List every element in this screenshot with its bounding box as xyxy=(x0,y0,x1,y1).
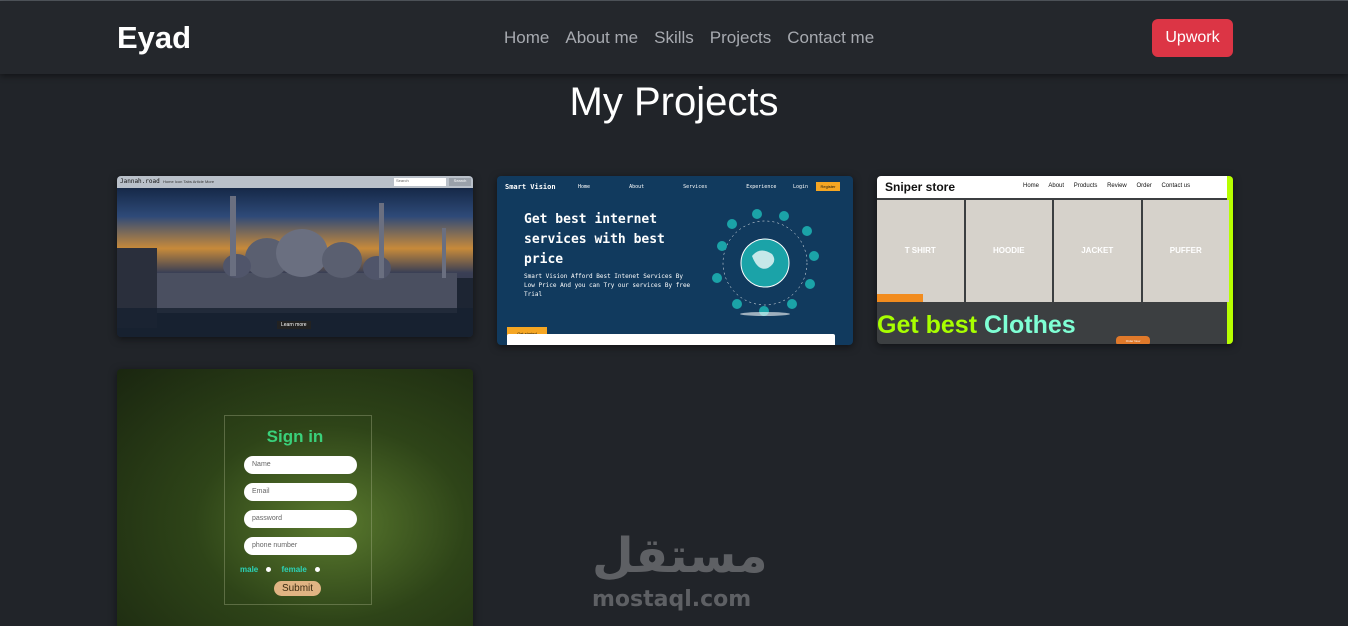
learn-more-button: Learn more xyxy=(277,321,311,329)
jacket-image: JACKET xyxy=(1054,200,1141,302)
preview-nav-contact: Contact us xyxy=(1161,183,1191,189)
category-label: HOODIE xyxy=(992,246,1025,255)
preview-nav-home: Home xyxy=(578,184,591,190)
preview-header: Sniper store Home About Products Review … xyxy=(877,176,1229,198)
radio-female-label: female xyxy=(281,565,307,574)
radio-female xyxy=(314,567,320,572)
puffer-image: PUFFER xyxy=(1142,200,1229,302)
name-field: Name xyxy=(244,456,357,474)
nav-links: Home About me Skills Projects Contact me xyxy=(504,28,874,48)
clothes-gallery: T SHIRT HOODIE JACKET PUFFER xyxy=(877,200,1229,302)
preview-nav-services: Services xyxy=(683,184,708,190)
upwork-button[interactable]: Upwork xyxy=(1152,19,1233,57)
navbar: Eyad Home About me Skills Projects Conta… xyxy=(0,1,1348,74)
network-globe-image xyxy=(712,209,819,316)
preview-brand: Smart Vision xyxy=(505,183,556,191)
project-card-smart-vision[interactable]: Smart Vision Home About Services Experie… xyxy=(497,176,853,345)
preview-search-button: Search xyxy=(449,178,471,186)
preview-nav-review: Review xyxy=(1107,183,1127,189)
radio-male xyxy=(266,567,272,572)
email-field: Email xyxy=(244,483,357,501)
preview-nav-home: Home xyxy=(1023,183,1040,189)
preview-login: Login xyxy=(793,184,809,190)
preview-nav-order: Order xyxy=(1136,183,1152,189)
preview-bottom-bar xyxy=(507,334,835,345)
nav-link-skills[interactable]: Skills xyxy=(654,28,694,48)
preview-brand: Jannah.road xyxy=(120,178,160,185)
watermark-arabic: مستقل xyxy=(592,528,768,584)
brand-logo[interactable]: Eyad xyxy=(117,20,191,56)
preview-headline: Get best internet services with best pri… xyxy=(524,212,665,267)
preview-nav-experience: Experience xyxy=(746,184,777,190)
preview-register-button: Register xyxy=(816,182,840,191)
phone-field: phone number xyxy=(244,537,357,555)
preview-nav-links: Home Icon Tabs Article More xyxy=(163,179,215,184)
radio-male-label: male xyxy=(240,565,259,574)
category-label: PUFFER xyxy=(1169,246,1202,255)
preview-nav-links: Home About Services Experience xyxy=(578,184,812,190)
preview-description: Smart Vision Afford Best Intenet Service… xyxy=(524,273,691,298)
page-title: My Projects xyxy=(569,80,779,124)
project-card-jannah-road[interactable]: Jannah.road Home Icon Tabs Article More … xyxy=(117,176,473,337)
preview-brand: Sniper store xyxy=(885,180,956,194)
signin-title: Sign in xyxy=(266,427,324,446)
submit-button: Submit xyxy=(274,581,321,596)
preview-headline: Get best Clothes xyxy=(877,311,1076,340)
tshirt-image: T SHIRT xyxy=(877,200,964,302)
preview-navbar: Jannah.road Home Icon Tabs Article More … xyxy=(117,176,473,188)
nav-link-contact[interactable]: Contact me xyxy=(787,28,874,48)
gender-radios: male female xyxy=(240,565,328,574)
preview-nav-about: About xyxy=(629,184,645,190)
preview-nav-products: Products xyxy=(1073,183,1098,189)
orange-accent xyxy=(877,294,923,302)
preview-nav-about: About xyxy=(1048,183,1065,189)
preview-search-input: Search xyxy=(394,178,446,186)
nav-link-about[interactable]: About me xyxy=(565,28,638,48)
headline-part2: Clothes xyxy=(983,311,1076,339)
nav-link-projects[interactable]: Projects xyxy=(710,28,771,48)
project-card-sign-in[interactable]: Sign in Name Email password phone number… xyxy=(117,369,473,626)
watermark-latin: mostaql.com xyxy=(592,587,752,612)
mosque-image xyxy=(117,196,473,337)
nav-link-home[interactable]: Home xyxy=(504,28,549,48)
hoodie-image: HOODIE xyxy=(965,200,1052,302)
headline-part1: Get best xyxy=(877,311,978,339)
password-field: password xyxy=(244,510,357,528)
category-label: JACKET xyxy=(1081,246,1114,255)
category-label: T SHIRT xyxy=(904,246,936,255)
preview-nav-links: Home About Products Review Order Contact… xyxy=(1023,183,1198,189)
project-card-sniper-store[interactable]: Sniper store Home About Products Review … xyxy=(877,176,1233,344)
order-now-button: Order Now xyxy=(1116,336,1150,344)
